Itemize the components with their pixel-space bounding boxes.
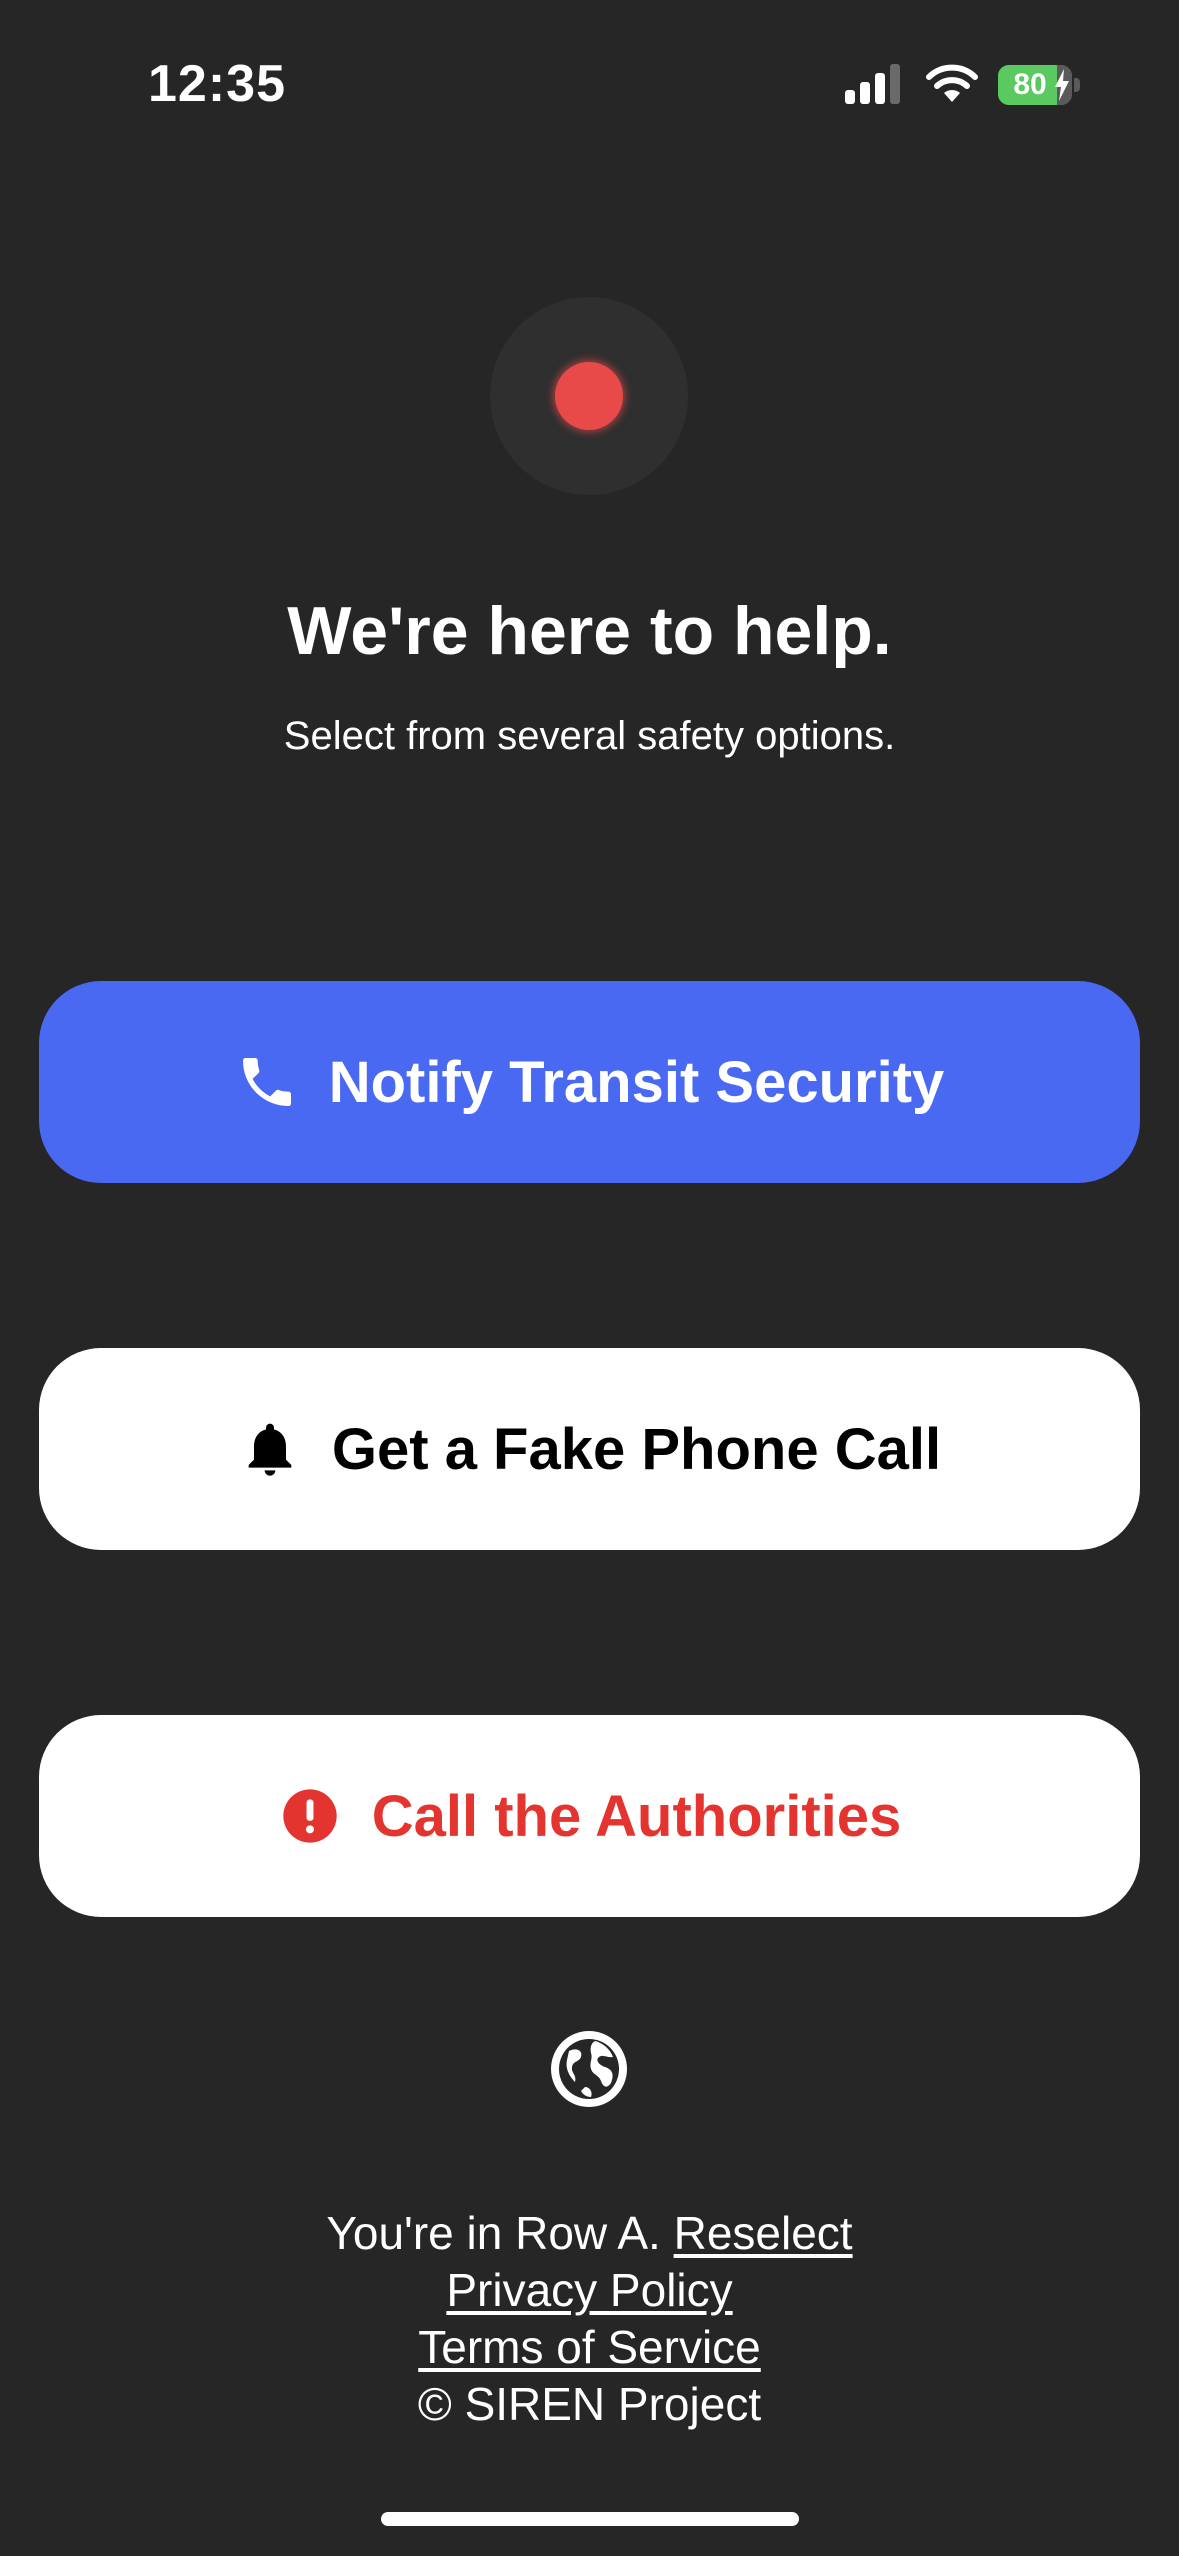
call-authorities-label: Call the Authorities (371, 1783, 902, 1849)
battery-cap (1074, 78, 1080, 92)
bell-icon (248, 1423, 292, 1476)
wifi-icon (926, 64, 978, 102)
terms-line: Terms of Service (0, 2319, 1179, 2376)
battery-charging-icon: 80 (998, 65, 1080, 105)
location-text: You're in Row A. (326, 2207, 661, 2259)
fake-phone-call-label: Get a Fake Phone Call (331, 1416, 942, 1482)
status-time: 12:35 (148, 55, 286, 113)
privacy-policy-link[interactable]: Privacy Policy (446, 2264, 732, 2316)
phone-icon (242, 1058, 291, 1106)
signal-icon (845, 64, 900, 104)
notify-transit-security-label: Notify Transit Security (328, 1049, 945, 1115)
recording-dot-icon (555, 362, 623, 430)
privacy-line: Privacy Policy (0, 2262, 1179, 2319)
recording-indicator (490, 297, 688, 495)
bolt-icon (1055, 69, 1069, 101)
globe-icon[interactable] (547, 2027, 631, 2111)
copyright: © SIREN Project (417, 2378, 762, 2430)
page-subtitle: Select from several safety options. (283, 714, 896, 758)
battery-percent: 80 (1013, 68, 1047, 101)
alert-icon (283, 1789, 337, 1843)
footer: You're in Row A. Reselect Privacy Policy… (0, 2205, 1179, 2433)
location-line: You're in Row A. Reselect (0, 2205, 1179, 2262)
battery-body: 80 (998, 65, 1072, 105)
notify-transit-security-button[interactable]: Notify Transit Security (39, 981, 1140, 1183)
terms-of-service-link[interactable]: Terms of Service (418, 2321, 761, 2373)
status-bar: 12:35 80 (0, 0, 1179, 150)
reselect-link[interactable]: Reselect (674, 2207, 853, 2259)
call-authorities-button[interactable]: Call the Authorities (39, 1715, 1140, 1917)
home-indicator[interactable] (381, 2512, 799, 2526)
fake-phone-call-button[interactable]: Get a Fake Phone Call (39, 1348, 1140, 1550)
page-title: We're here to help. (287, 593, 892, 669)
